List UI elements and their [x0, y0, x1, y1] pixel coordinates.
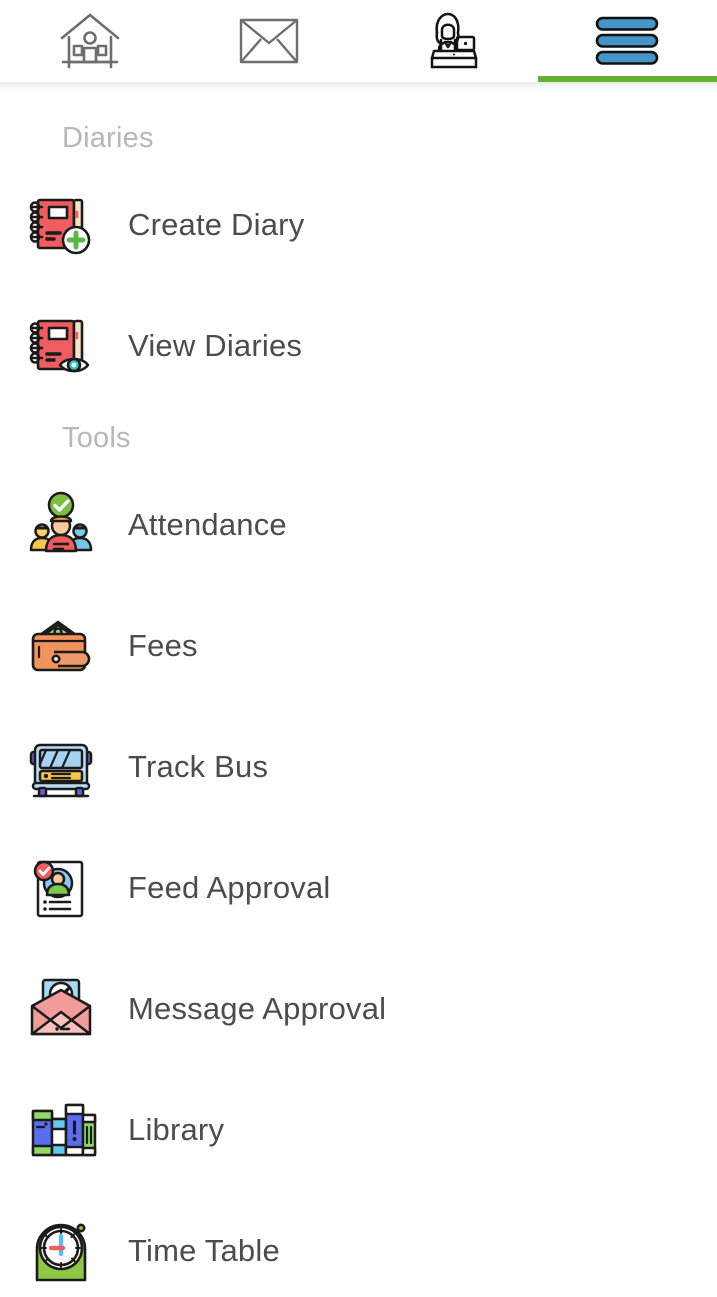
menu-item-label: Create Diary — [128, 206, 305, 242]
menu-item-label: Feed Approval — [128, 869, 331, 905]
bus-icon — [24, 730, 98, 804]
menu-item-track-bus[interactable]: Track Bus — [0, 706, 717, 827]
attendance-icon — [24, 488, 98, 562]
tab-messages[interactable] — [179, 0, 358, 82]
menu-item-view-diaries[interactable]: View Diaries — [0, 285, 717, 406]
tab-home[interactable] — [0, 0, 179, 82]
menu-item-library[interactable]: Library — [0, 1069, 717, 1190]
tab-menu-indicator — [537, 76, 717, 82]
envelope-icon — [239, 17, 299, 65]
diary-view-icon — [24, 309, 98, 383]
tab-home-indicator — [0, 76, 179, 82]
stopwatch-timetable-icon — [24, 1214, 98, 1288]
menu-item-feed-approval[interactable]: Feed Approval — [0, 827, 717, 948]
menu-item-fees[interactable]: Fees — [0, 585, 717, 706]
library-books-icon — [24, 1093, 98, 1167]
tab-teacher[interactable] — [359, 0, 538, 82]
menu-list: Diaries Create Diary View Diaries Tools … — [0, 92, 717, 1297]
menu-item-label: Message Approval — [128, 990, 387, 1026]
menu-item-label: Library — [128, 1111, 225, 1147]
top-tab-bar — [0, 0, 717, 82]
hamburger-menu-icon — [594, 15, 660, 67]
menu-item-label: Time Table — [128, 1232, 280, 1268]
tab-messages-indicator — [179, 76, 358, 82]
menu-item-attendance[interactable]: Attendance — [0, 464, 717, 585]
tab-teacher-indicator — [359, 76, 538, 82]
menu-item-label: Fees — [128, 627, 198, 663]
section-header-tools: Tools — [62, 422, 131, 454]
menu-item-label: Attendance — [128, 506, 287, 542]
teacher-desk-icon — [417, 11, 479, 71]
menu-item-message-approval[interactable]: Message Approval — [0, 948, 717, 1069]
menu-item-label: View Diaries — [128, 327, 303, 363]
message-approval-icon — [24, 972, 98, 1046]
diary-add-icon — [24, 188, 98, 262]
wallet-fees-icon — [24, 609, 98, 683]
home-icon — [57, 11, 123, 71]
menu-item-time-table[interactable]: Time Table — [0, 1190, 717, 1297]
menu-item-label: Track Bus — [128, 748, 269, 784]
feed-approval-icon — [24, 851, 98, 925]
tab-menu[interactable] — [537, 0, 717, 82]
tabbar-shadow — [0, 82, 717, 92]
section-header-diaries: Diaries — [62, 122, 154, 154]
menu-item-create-diary[interactable]: Create Diary — [0, 164, 717, 285]
